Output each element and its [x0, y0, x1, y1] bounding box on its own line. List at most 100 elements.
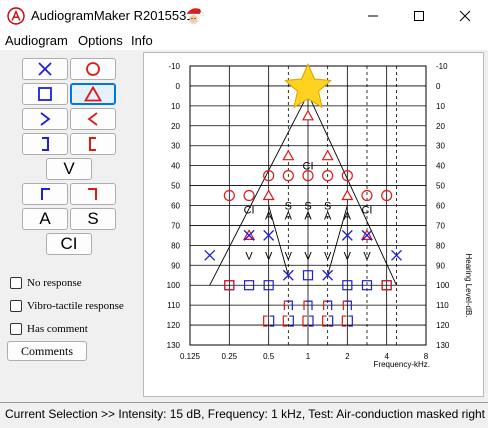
y-tick-label-right: 110: [436, 301, 449, 310]
data-point-V: V: [265, 250, 273, 262]
y-tick-label-left: 30: [171, 142, 180, 151]
sound-field-s-button[interactable]: S: [70, 208, 116, 230]
bone-conduction-right-button[interactable]: [70, 108, 116, 130]
maximize-icon: [414, 11, 424, 21]
x-tick-label: 0.25: [222, 352, 238, 361]
close-button[interactable]: [442, 0, 488, 32]
left-bracket-icon: [89, 137, 96, 151]
close-icon: [459, 10, 471, 22]
data-point-right-bracket: [328, 315, 334, 327]
x-symbol-icon: [38, 62, 52, 76]
bone-conduction-left-button[interactable]: [22, 108, 68, 130]
y-tick-label-left: 120: [167, 321, 181, 330]
data-point-V: V: [245, 250, 253, 262]
data-point-left-bracket: [263, 315, 268, 327]
data-point-CI: CI: [361, 204, 372, 216]
comments-button[interactable]: Comments: [7, 341, 87, 361]
bone-masked-right-button[interactable]: [70, 133, 116, 155]
v-symbol-label: V: [63, 159, 75, 178]
aided-a-button[interactable]: A: [22, 208, 68, 230]
y-tick-label-right: 60: [436, 202, 445, 211]
forehead-right-button[interactable]: [70, 183, 116, 205]
ci-symbol-label: CI: [60, 234, 78, 253]
y-axis-label: Hearing Level-dB.: [464, 253, 473, 317]
audiogram-panel: -10 -10 0 0 10 10 20 20 30 30 40 40 50 50 60 60 70 70 80 80…: [143, 52, 484, 397]
corner-right-icon: [88, 188, 97, 200]
data-point-circle: [243, 189, 255, 202]
data-point-S: S: [285, 201, 292, 213]
data-point-corner-left: [323, 300, 330, 311]
y-tick-label-right: 130: [436, 341, 450, 350]
data-point-triangle: [282, 149, 295, 161]
data-point-left-bracket: [322, 315, 327, 327]
menu-info[interactable]: Info: [131, 33, 153, 48]
sound-field-v-button[interactable]: V: [46, 158, 92, 180]
speech-banana-right-edge: [307, 93, 397, 286]
no-response-checkbox[interactable]: [10, 277, 22, 289]
vibro-tactile-option[interactable]: Vibro-tactile response: [10, 299, 124, 313]
data-point-corner-left: [342, 300, 350, 311]
y-tick-label-right: 30: [436, 142, 445, 151]
has-comment-checkbox[interactable]: [10, 323, 22, 335]
bone-masked-left-button[interactable]: [22, 133, 68, 155]
status-text: Current Selection >> Intensity: 15 dB, F…: [5, 407, 486, 421]
y-tick-label-left: -10: [168, 62, 180, 71]
square-symbol-icon: [38, 87, 52, 101]
menu-audiogram[interactable]: Audiogram: [5, 33, 68, 48]
audiogram-chart[interactable]: -10 -10 0 0 10 10 20 20 30 30 40 40 50 50 60 60 70 70 80 80…: [144, 53, 483, 396]
data-point-right-bracket: [309, 315, 314, 327]
data-point-right-bracket: [289, 315, 294, 327]
has-comment-option[interactable]: Has comment: [10, 322, 88, 336]
cochlear-implant-button[interactable]: CI: [46, 233, 92, 255]
corner-left-icon: [41, 188, 50, 200]
data-point-triangle: [341, 189, 354, 201]
maximize-button[interactable]: [396, 0, 442, 32]
data-point-corner-right: [345, 300, 352, 311]
minimize-button[interactable]: [350, 0, 396, 32]
data-point-corner-left: [283, 300, 291, 311]
a-symbol-label: A: [39, 209, 51, 228]
data-point-CI: CI: [244, 204, 255, 216]
y-tick-label-right: 20: [436, 122, 445, 131]
y-tick-label-left: 50: [171, 182, 180, 191]
main-area: V A S CI No response Vibro-tactile respo…: [0, 50, 488, 402]
y-tick-label-left: 90: [171, 261, 180, 270]
forehead-left-button[interactable]: [22, 183, 68, 205]
y-tick-label-left: 10: [171, 102, 180, 111]
title-bar[interactable]: AudiogramMaker R2015531: [0, 0, 488, 32]
air-masked-left-button[interactable]: [22, 83, 68, 105]
data-point-left-bracket: [341, 315, 347, 327]
data-point-S: S: [324, 201, 331, 213]
y-tick-label-right: 10: [436, 102, 445, 111]
x-axis-label: Frequency-kHz.: [374, 360, 430, 369]
y-tick-label-right: 100: [436, 281, 450, 290]
minimize-icon: [368, 15, 378, 17]
data-point-triangle: [262, 189, 275, 201]
window-title: AudiogramMaker R2015531: [31, 8, 194, 23]
data-point-corner-right: [325, 300, 333, 311]
x-tick-label: 0.125: [180, 352, 201, 361]
x-tick-label: 0.5: [263, 352, 275, 361]
y-tick-label-left: 20: [171, 122, 180, 131]
data-point-CI: CI: [303, 161, 314, 173]
data-point-right-bracket: [348, 315, 353, 327]
y-tick-label-right: 90: [436, 261, 445, 270]
y-tick-label-right: 70: [436, 221, 445, 230]
data-point-right-bracket: [269, 315, 275, 327]
speech-banana-left-edge: [209, 93, 309, 286]
no-response-option[interactable]: No response: [10, 276, 82, 290]
triangle-symbol-icon: [84, 86, 102, 102]
air-conduction-right-button[interactable]: [70, 58, 116, 80]
menu-bar: Audiogram Options Info: [0, 32, 488, 50]
vibro-tactile-checkbox[interactable]: [10, 300, 22, 312]
y-tick-label-left: 0: [176, 82, 181, 91]
data-point-V: V: [285, 250, 293, 262]
x-tick-label: 2: [345, 352, 350, 361]
air-conduction-left-button[interactable]: [22, 58, 68, 80]
menu-options[interactable]: Options: [78, 33, 123, 48]
data-point-left-bracket: [282, 315, 288, 327]
data-point-V: V: [363, 250, 371, 262]
data-point-triangle: [321, 149, 334, 161]
air-masked-right-button[interactable]: [70, 83, 116, 105]
data-point-V: V: [324, 250, 332, 262]
